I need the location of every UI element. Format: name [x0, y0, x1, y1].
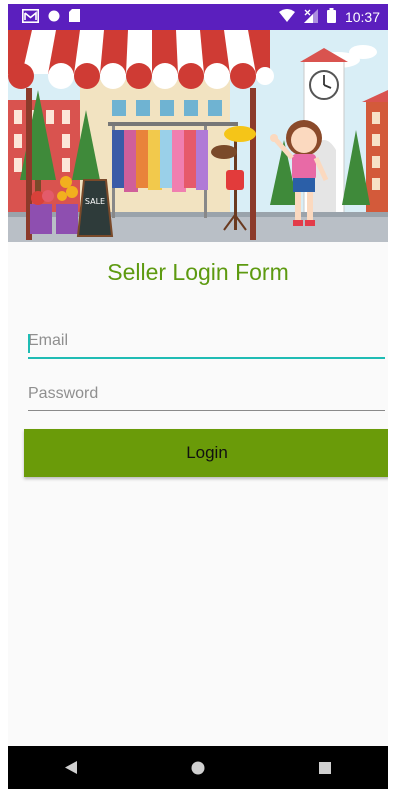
- wifi-icon: [278, 9, 295, 25]
- sale-sign-text: SALE: [85, 197, 105, 206]
- back-icon: [65, 761, 78, 774]
- gmail-icon: [22, 8, 39, 26]
- status-bar: 10:37: [8, 4, 388, 30]
- recents-button[interactable]: [295, 746, 355, 789]
- home-icon: [191, 761, 205, 774]
- signal-icon: [303, 8, 318, 26]
- login-button[interactable]: Login: [24, 429, 388, 477]
- shop-illustration: SALE: [8, 30, 388, 242]
- sd-card-icon: [69, 9, 80, 25]
- battery-icon: [326, 8, 336, 26]
- status-left: [22, 8, 80, 26]
- circle-notification-icon: [48, 9, 60, 25]
- home-button[interactable]: [168, 746, 228, 789]
- status-right: 10:37: [278, 8, 380, 26]
- back-button[interactable]: [41, 746, 101, 789]
- status-time: 10:37: [344, 9, 380, 25]
- password-field[interactable]: [28, 381, 385, 411]
- recents-icon: [318, 761, 331, 774]
- text-cursor: [28, 334, 30, 353]
- app-screen: 10:37 SALE Seller Login Form Email Login: [8, 4, 388, 789]
- navigation-bar: [8, 746, 388, 789]
- page-title: Seller Login Form: [107, 259, 289, 285]
- email-field[interactable]: [28, 329, 385, 359]
